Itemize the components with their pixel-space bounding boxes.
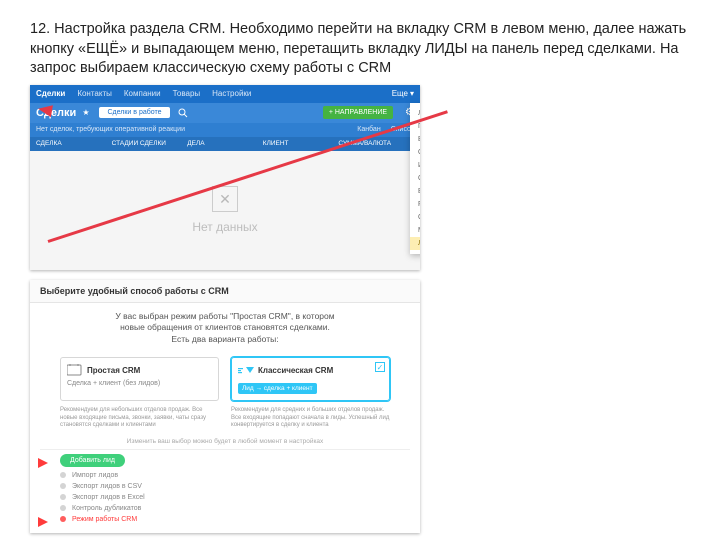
- menu-funnel[interactable]: Воронка продаж: [410, 133, 420, 146]
- screenshot-1-wrapper: Сделки Контакты Компании Товары Настройк…: [30, 85, 690, 270]
- top-nav: Сделки Контакты Компании Товары Настройк…: [30, 85, 420, 103]
- screenshot-crm-deals: Сделки Контакты Компании Товары Настройк…: [30, 85, 420, 270]
- card-classic-crm[interactable]: ✓ Классическая CRM Лид → сделка + клиент: [231, 357, 390, 401]
- nav-products[interactable]: Товары: [173, 89, 201, 98]
- link-crm-mode-label: Режим работы CRM: [72, 516, 137, 523]
- menu-forms[interactable]: CRM-формы: [410, 172, 420, 185]
- card-simple-title: Простая CRM: [87, 366, 140, 375]
- simple-crm-icon: [67, 364, 83, 376]
- link-crm-mode[interactable]: Режим работы CRM: [60, 514, 390, 525]
- filter-dropdown[interactable]: Сделки в работе: [99, 107, 169, 118]
- link-import-label: Импорт лидов: [72, 472, 118, 479]
- card-simple-sub: Сделка + клиент (без лидов): [67, 380, 212, 387]
- annotation-arrow-head: [37, 103, 53, 117]
- dialog-description: У вас выбран режим работы "Простая CRM",…: [30, 303, 420, 353]
- toolbar-row: Сделки ★ Сделки в работе + НАПРАВЛЕНИЕ ⚙: [30, 103, 420, 123]
- nav-contacts[interactable]: Контакты: [77, 89, 112, 98]
- dot-icon: [60, 505, 66, 511]
- col-stages: СТАДИИ СДЕЛКИ: [112, 140, 188, 147]
- classic-crm-icon: [238, 364, 254, 376]
- link-csv-label: Экспорт лидов в CSV: [72, 483, 142, 490]
- star-icon[interactable]: ★: [82, 108, 89, 117]
- red-arrow-icon: [38, 458, 48, 468]
- search-icon[interactable]: [176, 106, 190, 120]
- chevron-down-icon: ▾: [410, 89, 414, 98]
- nav-settings[interactable]: Настройки: [212, 89, 251, 98]
- col-deal: СДЕЛКА: [36, 140, 112, 147]
- empty-icon: ✕: [212, 186, 238, 212]
- status-text: Нет сделок, требующих оперативной реакци…: [36, 126, 185, 133]
- menu-feed[interactable]: Лента: [410, 107, 420, 120]
- link-duplicates[interactable]: Контроль дубликатов: [60, 503, 390, 514]
- menu-mytasks[interactable]: Мои дела: [410, 224, 420, 237]
- nav-more-label: Еще: [392, 89, 408, 98]
- nav-more[interactable]: Еще ▾: [392, 89, 414, 98]
- more-dropdown-menu: Лента Предложения Воронка продаж Отчёты …: [410, 103, 420, 254]
- empty-body: ✕ Нет данных: [30, 151, 420, 270]
- card-classic-tag: Лид → сделка + клиент: [238, 383, 317, 394]
- menu-reports[interactable]: Отчёты: [410, 146, 420, 159]
- link-dup-label: Контроль дубликатов: [72, 505, 141, 512]
- dialog-header: Выберите удобный способ работы с CRM: [30, 280, 420, 303]
- link-import[interactable]: Импорт лидов: [60, 470, 390, 481]
- col-client: КЛИЕНТ: [263, 140, 339, 147]
- card-simple-crm[interactable]: Простая CRM Сделка + клиент (без лидов): [60, 357, 219, 401]
- card-classic-title: Классическая CRM: [258, 366, 333, 375]
- action-links: Добавить лид Импорт лидов Экспорт лидов …: [30, 450, 420, 533]
- add-lead-button[interactable]: Добавить лид: [60, 454, 125, 467]
- desc-line-2: новые обращения от клиентов становятся с…: [120, 322, 330, 332]
- no-data-text: Нет данных: [192, 220, 257, 234]
- status-row: Нет сделок, требующих оперативной реакци…: [30, 123, 420, 137]
- dot-icon: [60, 494, 66, 500]
- rec-classic: Рекомендуем для средних и больших отдело…: [231, 407, 390, 430]
- link-export-excel[interactable]: Экспорт лидов в Excel: [60, 492, 390, 503]
- link-export-csv[interactable]: Экспорт лидов в CSV: [60, 481, 390, 492]
- check-icon: ✓: [375, 362, 385, 372]
- menu-face[interactable]: Face-трекер: [410, 198, 420, 211]
- desc-line-1: У вас выбран режим работы "Простая CRM",…: [115, 311, 334, 321]
- red-arrow-icon-2: [38, 517, 48, 527]
- nav-deals[interactable]: Сделки: [36, 89, 65, 98]
- dot-icon: [60, 483, 66, 489]
- desc-line-3: Есть два варианта работы:: [171, 334, 278, 344]
- dot-red-icon: [60, 516, 66, 522]
- menu-history[interactable]: История: [410, 159, 420, 172]
- menu-leads-highlighted[interactable]: Лиды: [410, 237, 420, 250]
- screenshot-crm-mode-dialog: Выберите удобный способ работы с CRM У в…: [30, 280, 420, 533]
- menu-start[interactable]: Старт: [410, 211, 420, 224]
- menu-widget[interactable]: Виджет на сайт: [410, 185, 420, 198]
- add-direction-button[interactable]: + НАПРАВЛЕНИЕ: [323, 106, 393, 119]
- recommendations: Рекомендуем для небольших отделов продаж…: [30, 405, 420, 436]
- col-tasks: ДЕЛА: [187, 140, 263, 147]
- mode-cards: Простая CRM Сделка + клиент (без лидов) …: [30, 353, 420, 405]
- link-excel-label: Экспорт лидов в Excel: [72, 494, 145, 501]
- instruction-text: 12. Настройка раздела CRM. Необходимо пе…: [30, 20, 690, 79]
- dot-icon: [60, 472, 66, 478]
- rec-simple: Рекомендуем для небольших отделов продаж…: [60, 407, 219, 430]
- footer-note: Изменить ваш выбор можно будет в любой м…: [30, 436, 420, 449]
- nav-companies[interactable]: Компании: [124, 89, 161, 98]
